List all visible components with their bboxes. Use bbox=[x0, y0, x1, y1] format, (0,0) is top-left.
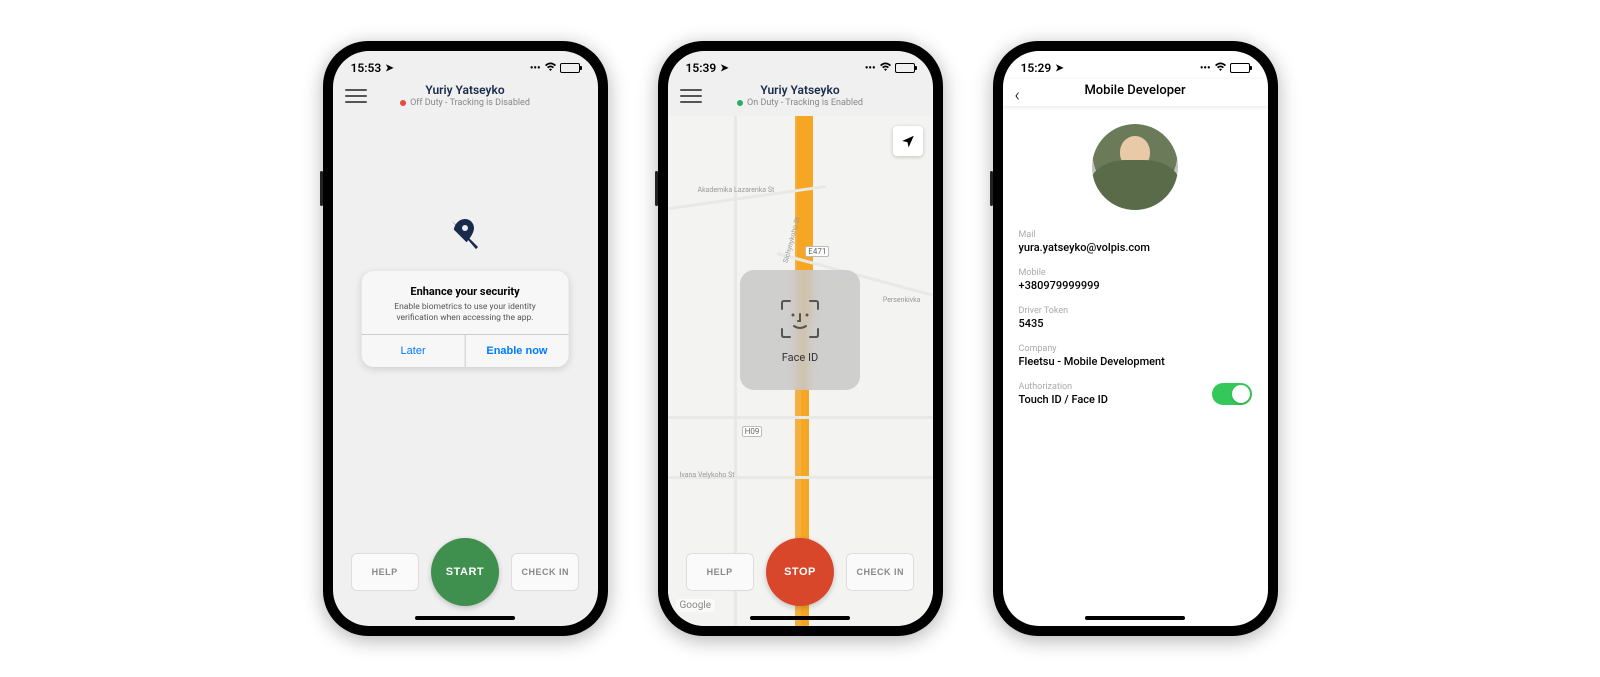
location-arrow-icon: ➤ bbox=[1055, 63, 1063, 74]
street-label: Akademika Lazarenka St bbox=[698, 186, 775, 194]
security-alert: Enhance your security Enable biometrics … bbox=[362, 271, 569, 367]
nav-title: Yuriy Yatseyko bbox=[345, 83, 586, 97]
field-mail: Mail yura.yatseyko@volpis.com bbox=[1003, 224, 1268, 262]
avatar bbox=[1092, 124, 1178, 210]
battery-icon bbox=[560, 63, 580, 73]
help-button[interactable]: HELP bbox=[686, 553, 754, 591]
wifi-icon bbox=[544, 62, 557, 75]
location-off-icon bbox=[447, 216, 483, 256]
status-time: 15:29 bbox=[1021, 61, 1052, 75]
screen-2: 15:39 ➤ ••• Yuriy Yatseyko On Duty - Tra… bbox=[668, 51, 933, 626]
field-mobile: Mobile +380979999999 bbox=[1003, 262, 1268, 300]
status-icons: ••• bbox=[530, 62, 580, 75]
map-body[interactable]: Akademika Lazarenka St Persenkivka Ivana… bbox=[668, 116, 933, 626]
main-body: Enhance your security Enable biometrics … bbox=[333, 116, 598, 626]
home-indicator bbox=[1085, 616, 1185, 620]
status-dot-off bbox=[400, 100, 406, 106]
location-arrow-icon: ➤ bbox=[720, 63, 728, 74]
field-token: Driver Token 5435 bbox=[1003, 300, 1268, 338]
alert-title: Enhance your security bbox=[374, 285, 557, 298]
faceid-icon bbox=[778, 297, 822, 341]
nav-subtitle: On Duty - Tracking is Enabled bbox=[680, 98, 921, 108]
battery-icon bbox=[895, 63, 915, 73]
status-time: 15:53 bbox=[351, 61, 382, 75]
nav-subtitle: Off Duty - Tracking is Disabled bbox=[345, 98, 586, 108]
map-street bbox=[668, 416, 933, 419]
nav-header: ‹ Mobile Developer bbox=[1003, 79, 1268, 106]
menu-button[interactable] bbox=[345, 85, 367, 107]
signal-icon: ••• bbox=[1200, 63, 1211, 74]
status-dot-on bbox=[737, 100, 743, 106]
signal-icon: ••• bbox=[530, 63, 541, 74]
route-marker: E471 bbox=[805, 246, 829, 257]
nav-header: Yuriy Yatseyko On Duty - Tracking is Ena… bbox=[668, 79, 933, 114]
status-bar: 15:53 ➤ ••• bbox=[333, 51, 598, 79]
bottom-actions: HELP START CHECK IN bbox=[333, 538, 598, 606]
street-label: Persenkivka bbox=[883, 296, 921, 304]
status-icons: ••• bbox=[1200, 62, 1250, 75]
faceid-prompt: Face ID bbox=[740, 270, 860, 390]
field-authorization: Authorization Touch ID / Face ID bbox=[1003, 376, 1268, 414]
bottom-actions: HELP STOP CHECK IN bbox=[668, 538, 933, 606]
phone-mockup-2: 15:39 ➤ ••• Yuriy Yatseyko On Duty - Tra… bbox=[658, 41, 943, 636]
location-arrow-icon: ➤ bbox=[385, 63, 393, 74]
signal-icon: ••• bbox=[865, 63, 876, 74]
street-label: Ivana Velykoho St bbox=[680, 471, 735, 479]
phone-mockup-3: 15:29 ➤ ••• ‹ Mobile Developer Mail yura… bbox=[993, 41, 1278, 636]
battery-icon bbox=[1230, 63, 1250, 73]
wifi-icon bbox=[879, 62, 892, 75]
route-marker: H09 bbox=[742, 426, 763, 437]
status-bar: 15:39 ➤ ••• bbox=[668, 51, 933, 79]
recenter-button[interactable] bbox=[893, 126, 923, 156]
checkin-button[interactable]: CHECK IN bbox=[511, 553, 579, 591]
help-button[interactable]: HELP bbox=[351, 553, 419, 591]
nav-header: Yuriy Yatseyko Off Duty - Tracking is Di… bbox=[333, 79, 598, 114]
home-indicator bbox=[750, 616, 850, 620]
status-bar: 15:29 ➤ ••• bbox=[1003, 51, 1268, 79]
authorization-toggle[interactable] bbox=[1212, 383, 1252, 405]
nav-title: Mobile Developer bbox=[1015, 83, 1256, 98]
phone-mockup-1: 15:53 ➤ ••• Yuriy Yatseyko Off Duty - Tr… bbox=[323, 41, 608, 636]
wifi-icon bbox=[1214, 62, 1227, 75]
nav-title: Yuriy Yatseyko bbox=[680, 83, 921, 97]
faceid-label: Face ID bbox=[782, 351, 818, 364]
status-time: 15:39 bbox=[686, 61, 717, 75]
alert-message: Enable biometrics to use your identity v… bbox=[374, 302, 557, 324]
screen-1: 15:53 ➤ ••• Yuriy Yatseyko Off Duty - Tr… bbox=[333, 51, 598, 626]
screen-3: 15:29 ➤ ••• ‹ Mobile Developer Mail yura… bbox=[1003, 51, 1268, 626]
stop-button[interactable]: STOP bbox=[766, 538, 834, 606]
home-indicator bbox=[415, 616, 515, 620]
status-icons: ••• bbox=[865, 62, 915, 75]
later-button[interactable]: Later bbox=[362, 335, 466, 367]
enable-now-button[interactable]: Enable now bbox=[466, 335, 569, 367]
start-button[interactable]: START bbox=[431, 538, 499, 606]
back-button[interactable]: ‹ bbox=[1015, 85, 1020, 106]
field-company: Company Fleetsu - Mobile Development bbox=[1003, 338, 1268, 376]
checkin-button[interactable]: CHECK IN bbox=[846, 553, 914, 591]
menu-button[interactable] bbox=[680, 85, 702, 107]
